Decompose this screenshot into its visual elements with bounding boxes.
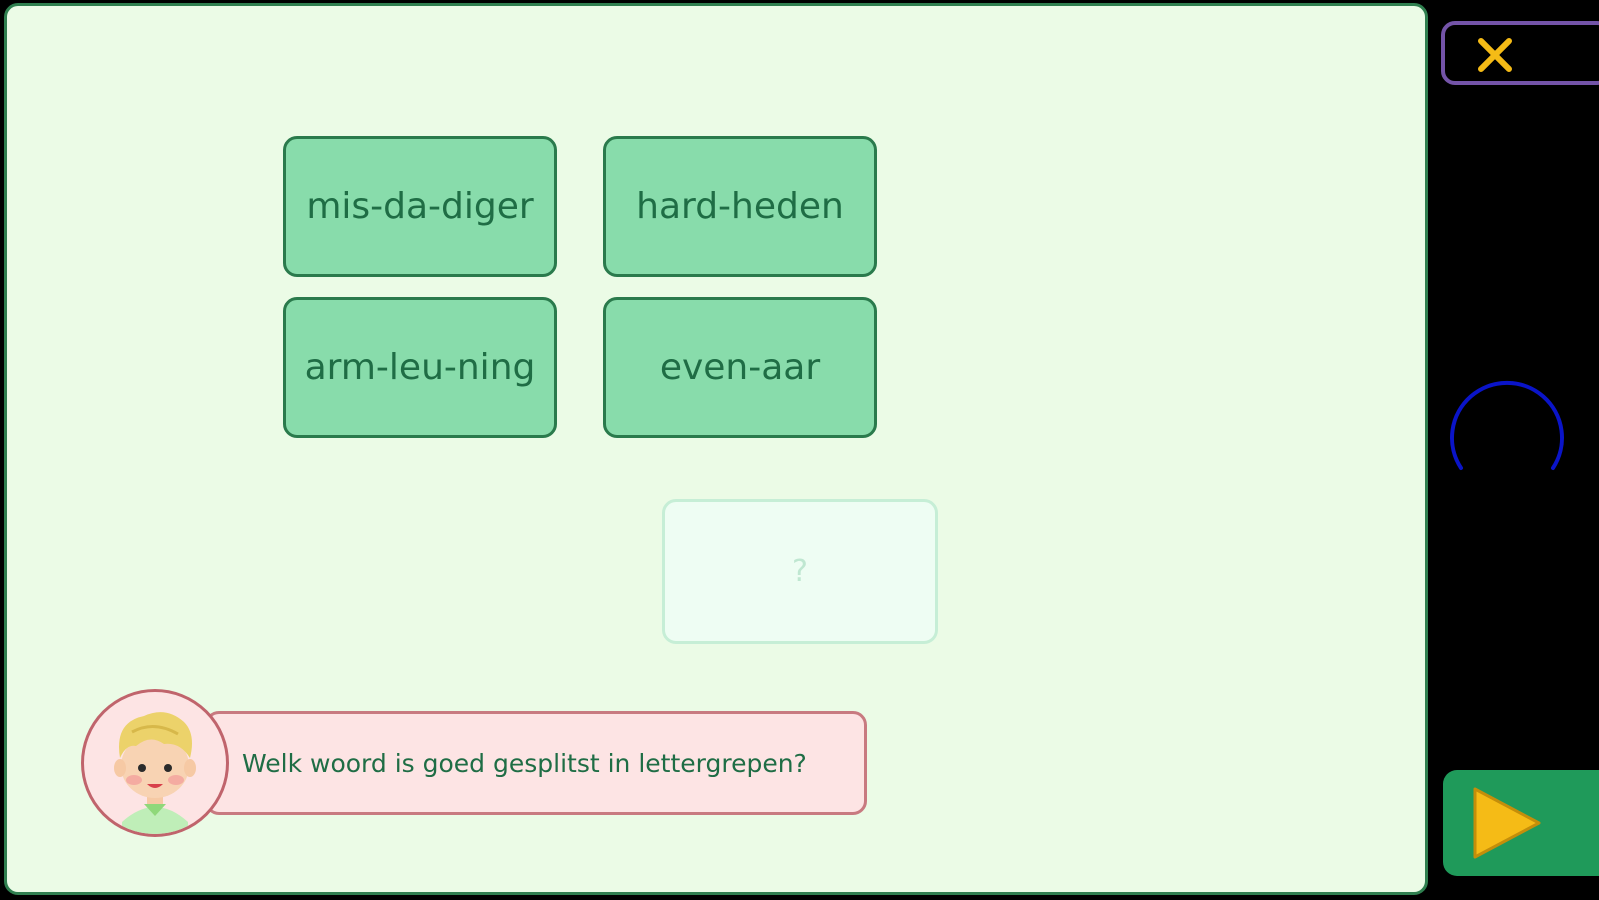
exercise-board: mis-da-diger hard-heden arm-leu-ning eve… bbox=[4, 3, 1428, 895]
loading-spinner-icon bbox=[1450, 380, 1564, 470]
play-icon bbox=[1473, 787, 1541, 859]
word-card-even-aar[interactable]: even-aar bbox=[603, 297, 877, 438]
instruction-bubble: Welk woord is goed gesplitst in lettergr… bbox=[205, 711, 867, 815]
answer-drop-slot[interactable]: ? bbox=[662, 499, 938, 644]
boy-avatar bbox=[81, 689, 229, 837]
app-screen: mis-da-diger hard-heden arm-leu-ning eve… bbox=[0, 0, 1599, 900]
word-card-mis-da-diger[interactable]: mis-da-diger bbox=[283, 136, 557, 277]
word-card-hard-heden[interactable]: hard-heden bbox=[603, 136, 877, 277]
close-icon bbox=[1478, 38, 1512, 72]
boy-avatar-icon bbox=[114, 712, 196, 834]
word-card-arm-leu-ning[interactable]: arm-leu-ning bbox=[283, 297, 557, 438]
close-button[interactable] bbox=[1441, 21, 1599, 85]
answer-placeholder: ? bbox=[792, 554, 808, 589]
next-button[interactable] bbox=[1443, 770, 1599, 876]
instruction-text: Welk woord is goed gesplitst in lettergr… bbox=[242, 748, 807, 778]
